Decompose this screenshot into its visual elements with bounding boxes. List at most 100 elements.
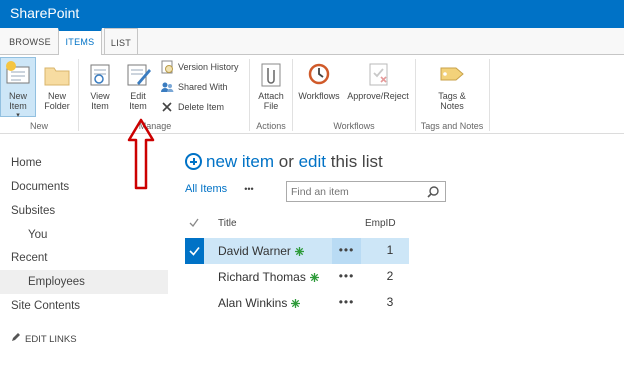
workflows-icon bbox=[304, 59, 334, 89]
view-all-items[interactable]: All Items bbox=[185, 183, 227, 195]
row-checkbox[interactable] bbox=[185, 238, 204, 264]
group-label-new: New bbox=[29, 121, 48, 131]
edit-item-icon bbox=[123, 59, 153, 89]
nav-item-employees[interactable]: Employees bbox=[0, 270, 168, 294]
view-item-button[interactable]: View Item bbox=[84, 59, 116, 111]
tags-notes-button[interactable]: Tags & Notes bbox=[432, 59, 472, 111]
shared-with-label: Shared With bbox=[178, 82, 228, 92]
view-item-label-2: Item bbox=[91, 101, 109, 111]
new-folder-label-2: Folder bbox=[44, 101, 70, 111]
delete-item-button[interactable]: Delete Item bbox=[160, 99, 224, 115]
suite-bar: SharePoint bbox=[0, 0, 624, 28]
table-row[interactable]: Richard Thomas ••• 2 bbox=[185, 264, 409, 290]
attach-file-label-2: File bbox=[263, 101, 279, 111]
workflows-button[interactable]: Workflows bbox=[296, 59, 342, 101]
delete-item-label: Delete Item bbox=[178, 102, 225, 112]
folder-icon bbox=[42, 59, 72, 89]
new-item-star-icon bbox=[291, 291, 301, 317]
table-row[interactable]: David Warner ••• 1 bbox=[185, 238, 409, 264]
chevron-down-icon: ▾ bbox=[16, 112, 20, 119]
view-selector: All Items ••• bbox=[185, 183, 254, 201]
tags-notes-label: Tags & bbox=[438, 91, 466, 101]
table-row[interactable]: Alan Winkins ••• 3 bbox=[185, 290, 409, 316]
nav-item-site-contents[interactable]: Site Contents bbox=[0, 294, 168, 318]
attach-file-label: Attach bbox=[258, 91, 284, 101]
attach-file-button[interactable]: Attach File bbox=[254, 59, 288, 111]
or-text: or bbox=[274, 152, 299, 171]
group-divider bbox=[78, 59, 79, 131]
pencil-icon bbox=[11, 328, 25, 352]
tab-items[interactable]: ITEMS bbox=[58, 28, 102, 56]
paperclip-icon bbox=[256, 59, 286, 89]
delete-x-icon bbox=[160, 100, 174, 114]
item-menu-ellipsis[interactable]: ••• bbox=[332, 238, 361, 264]
edit-links-label: EDIT LINKS bbox=[25, 334, 77, 345]
search-input[interactable] bbox=[287, 182, 421, 202]
empid-cell: 1 bbox=[386, 243, 394, 257]
tags-notes-label-2: Notes bbox=[440, 101, 464, 111]
empid-cell: 2 bbox=[386, 269, 394, 283]
column-header-empid[interactable]: EmpID bbox=[365, 218, 396, 229]
row-checkbox[interactable] bbox=[185, 290, 204, 316]
edit-list-link[interactable]: edit bbox=[299, 152, 326, 171]
item-title-link[interactable]: Alan Winkins bbox=[218, 296, 287, 310]
history-icon bbox=[160, 60, 174, 74]
tab-list[interactable]: LIST bbox=[104, 28, 138, 55]
new-item-star-icon bbox=[309, 265, 319, 291]
more-views-ellipsis[interactable]: ••• bbox=[244, 184, 253, 194]
nav-item-you[interactable]: You bbox=[0, 223, 168, 247]
select-all-checkmark[interactable] bbox=[189, 218, 199, 231]
item-menu-ellipsis[interactable]: ••• bbox=[332, 264, 361, 290]
shared-with-button[interactable]: Shared With bbox=[160, 79, 228, 95]
edit-item-label: Edit bbox=[130, 91, 146, 101]
approve-reject-label: Approve/Reject bbox=[347, 91, 409, 101]
approve-reject-icon bbox=[363, 59, 393, 89]
app-brand[interactable]: SharePoint bbox=[10, 5, 79, 21]
group-label-workflows: Workflows bbox=[333, 121, 375, 131]
edit-links-button[interactable]: EDIT LINKS bbox=[0, 328, 168, 352]
add-circle-icon[interactable] bbox=[185, 153, 202, 170]
nav-item-subsites[interactable]: Subsites bbox=[0, 199, 168, 223]
new-item-label-2: Item bbox=[9, 101, 27, 111]
item-menu-ellipsis[interactable]: ••• bbox=[332, 290, 361, 316]
empid-cell: 3 bbox=[386, 295, 394, 309]
new-folder-button[interactable]: New Folder bbox=[40, 59, 74, 111]
tab-browse[interactable]: BROWSE bbox=[4, 28, 56, 55]
ribbon-tabs: BROWSE ITEMS LIST bbox=[0, 28, 624, 56]
new-folder-label: New bbox=[47, 91, 66, 101]
view-item-label: View bbox=[90, 91, 110, 101]
ribbon: New Item ▾ New Folder New View Item Edit… bbox=[0, 55, 624, 134]
view-item-icon bbox=[85, 59, 115, 89]
group-label-tags: Tags and Notes bbox=[420, 121, 484, 131]
item-title-cell[interactable]: David Warner bbox=[218, 238, 304, 264]
item-title-link[interactable]: David Warner bbox=[218, 244, 291, 258]
new-item-button[interactable]: New Item ▾ bbox=[1, 59, 35, 121]
list-search-box[interactable] bbox=[286, 181, 446, 202]
edit-item-label-2: Item bbox=[129, 101, 147, 111]
group-label-actions: Actions bbox=[256, 121, 286, 131]
new-item-label: New bbox=[8, 91, 27, 101]
this-list-text: this list bbox=[326, 152, 383, 171]
row-checkbox[interactable] bbox=[185, 264, 204, 290]
version-history-button[interactable]: Version History bbox=[160, 59, 239, 75]
search-icon[interactable] bbox=[427, 185, 439, 198]
group-divider bbox=[292, 59, 293, 131]
item-title-cell[interactable]: Alan Winkins bbox=[218, 290, 301, 317]
tag-icon bbox=[437, 59, 467, 89]
group-divider bbox=[489, 59, 490, 131]
people-icon bbox=[160, 80, 174, 94]
nav-item-documents[interactable]: Documents bbox=[0, 175, 168, 199]
list-command-line: new item or edit this list bbox=[185, 152, 383, 172]
edit-item-button[interactable]: Edit Item bbox=[122, 59, 154, 111]
workflows-label: Workflows bbox=[298, 91, 340, 101]
item-title-link[interactable]: Richard Thomas bbox=[218, 270, 306, 284]
group-divider bbox=[249, 59, 250, 131]
new-item-link[interactable]: new item bbox=[206, 152, 274, 171]
item-title-cell[interactable]: Richard Thomas bbox=[218, 264, 319, 290]
nav-item-recent[interactable]: Recent bbox=[0, 246, 168, 270]
nav-item-home[interactable]: Home bbox=[0, 151, 168, 175]
new-item-icon bbox=[3, 59, 33, 89]
version-history-label: Version History bbox=[178, 62, 239, 72]
approve-reject-button[interactable]: Approve/Reject bbox=[344, 59, 412, 101]
column-header-title[interactable]: Title bbox=[218, 218, 237, 229]
